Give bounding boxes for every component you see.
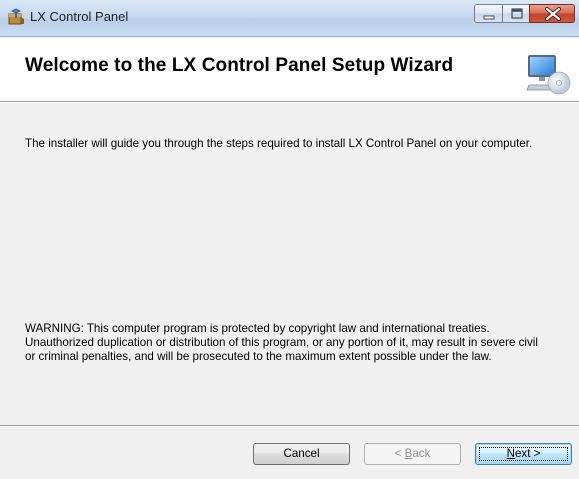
back-button-prefix: < [394, 447, 405, 460]
maximize-icon [511, 8, 523, 19]
window-title: LX Control Panel [30, 9, 129, 24]
banner-divider [0, 101, 579, 103]
wizard-banner: Welcome to the LX Control Panel Setup Wi… [0, 38, 579, 101]
next-button[interactable]: Next > [475, 443, 572, 465]
banner-title: Welcome to the LX Control Panel Setup Wi… [25, 55, 454, 76]
focus-rectangle [479, 447, 568, 461]
close-button[interactable] [529, 4, 575, 23]
minimize-icon [483, 15, 495, 20]
back-button-rest: ack [412, 447, 431, 460]
setup-wizard-window: LX Control Panel Welcome to the LX Contr… [0, 0, 579, 479]
cancel-button[interactable]: Cancel [253, 443, 350, 465]
computer-cd-icon [525, 52, 571, 96]
title-bar[interactable]: LX Control Panel [0, 0, 579, 37]
minimize-button[interactable] [474, 4, 503, 23]
installer-package-icon [7, 8, 25, 26]
intro-text: The installer will guide you through the… [25, 137, 533, 150]
close-icon [545, 7, 561, 21]
warning-line: or criminal penalties, and will be prose… [25, 350, 492, 363]
back-button[interactable]: < Back [364, 443, 461, 465]
warning-line: Unauthorized duplication or distribution… [25, 336, 538, 349]
copyright-warning: WARNING: This computer program is protec… [25, 322, 570, 364]
cancel-button-label: Cancel [283, 447, 320, 460]
maximize-button[interactable] [502, 4, 530, 23]
footer-divider [0, 425, 579, 427]
warning-line: WARNING: This computer program is protec… [25, 322, 490, 335]
